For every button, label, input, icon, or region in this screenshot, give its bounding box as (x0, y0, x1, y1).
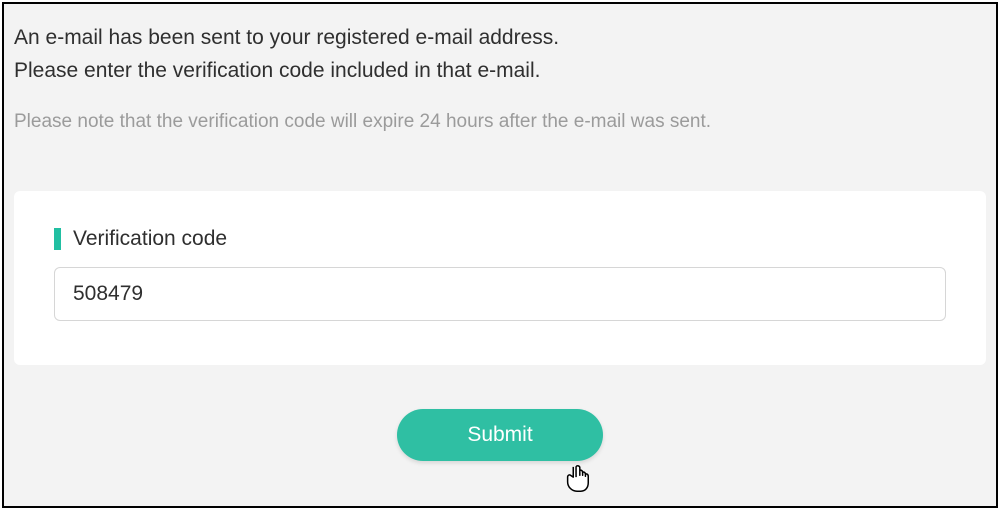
expiry-note: Please note that the verification code w… (14, 111, 986, 133)
accent-bar-icon (54, 228, 61, 250)
verification-code-input[interactable] (54, 267, 946, 321)
submit-button[interactable]: Submit (397, 409, 602, 461)
instruction-line-2: Please enter the verification code inclu… (14, 55, 986, 88)
field-label-row: Verification code (54, 227, 946, 251)
verification-card: Verification code (14, 191, 986, 365)
pointer-cursor-icon (562, 464, 592, 494)
verification-code-label: Verification code (73, 227, 227, 251)
instruction-line-1: An e-mail has been sent to your register… (14, 22, 986, 55)
verification-dialog: An e-mail has been sent to your register… (2, 2, 998, 508)
submit-row: Submit (14, 409, 986, 461)
